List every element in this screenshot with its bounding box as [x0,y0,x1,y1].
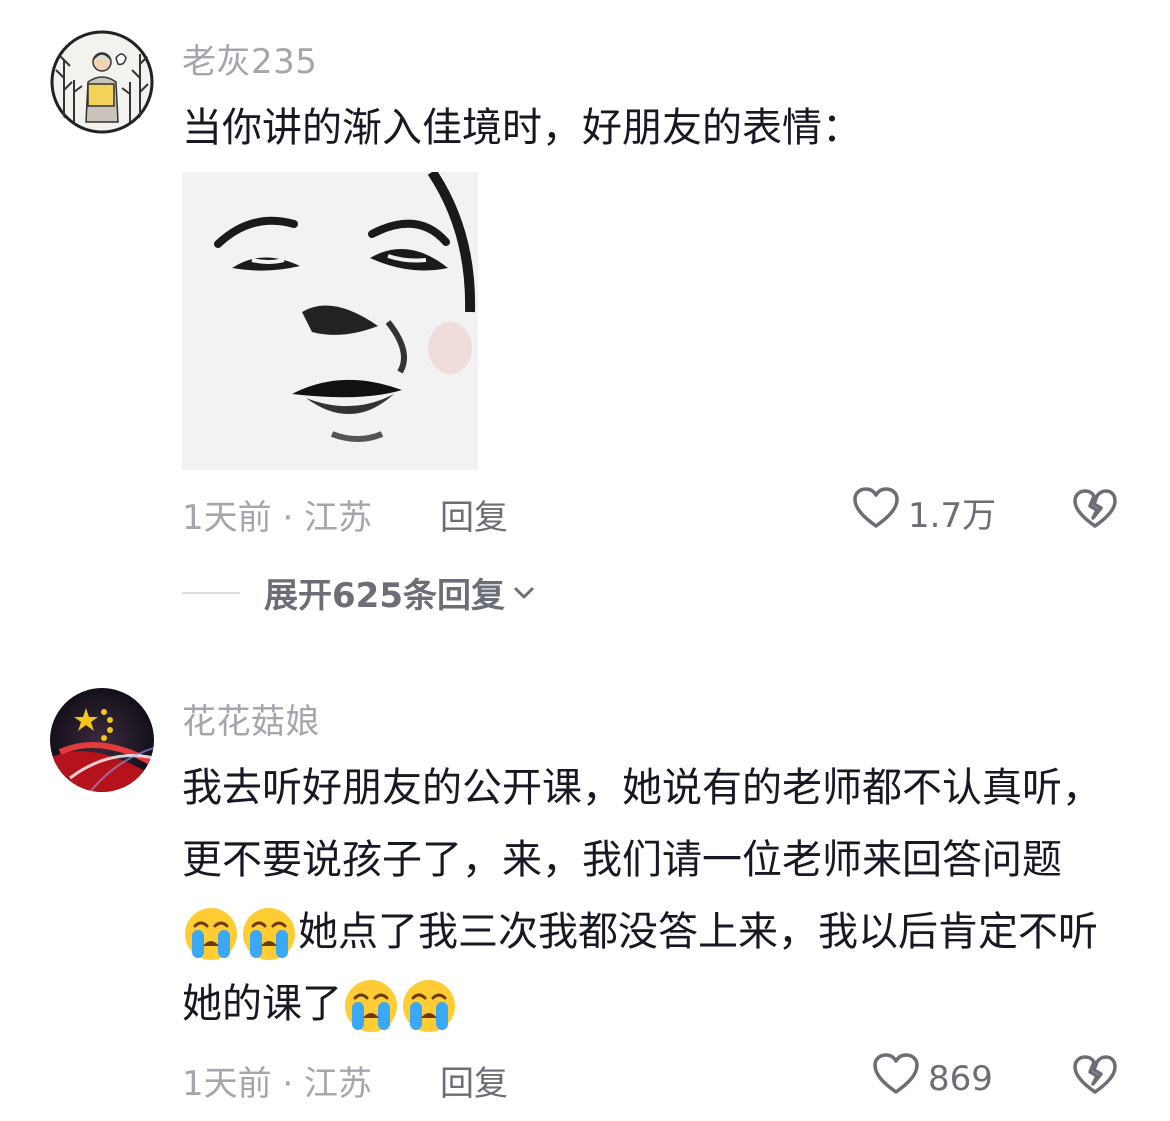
username[interactable]: 老灰235 [182,34,317,83]
username[interactable]: 花花菇娘 [182,694,320,743]
reply-button[interactable]: 回复 [440,490,508,539]
comment-text: 我去听好朋友的公开课，她说有的老师都不认真听，更不要说孩子了，来，我们请一位老师… [182,752,1132,1040]
like-count: 1.7万 [908,496,997,536]
expand-replies-button[interactable]: 展开625条回复 [182,568,535,617]
loudly-crying-face-emoji [343,978,399,1034]
loudly-crying-face-emoji [241,906,297,962]
like-count: 869 [928,1058,993,1099]
timestamp-location: 1天前 · 江苏 [182,498,373,538]
meme-sticker-image[interactable] [182,172,478,470]
like-button[interactable]: 1.7万 [852,486,996,539]
heart-outline-icon [852,486,908,539]
comment-text-part-2: 她点了我三次我都没答上来，我以后肯定不听她的课了 [182,909,1098,1027]
broken-heart-icon [1072,1055,1118,1100]
divider-line [182,591,240,594]
like-button[interactable]: 869 [872,1052,993,1105]
dislike-button[interactable] [1072,488,1118,534]
reply-button[interactable]: 回复 [440,1056,508,1105]
comment-1: 老灰235 当你讲的渐入佳境时，好朋友的表情： 1天前 · 江苏 回复 1.7万… [0,0,1170,640]
avatar[interactable] [50,30,154,134]
broken-heart-icon [1072,489,1118,534]
timestamp-location: 1天前 · 江苏 [182,1064,373,1104]
chevron-down-icon [513,586,535,600]
dislike-button[interactable] [1072,1054,1118,1100]
loudly-crying-face-emoji [401,978,457,1034]
avatar[interactable] [50,688,154,792]
comment-text: 当你讲的渐入佳境时，好朋友的表情： [182,105,862,151]
comment-text-part-1: 我去听好朋友的公开课，她说有的老师都不认真听，更不要说孩子了，来，我们请一位老师… [182,765,1102,883]
heart-outline-icon [872,1052,928,1105]
expand-replies-label: 展开625条回复 [264,576,505,616]
loudly-crying-face-emoji [183,906,239,962]
